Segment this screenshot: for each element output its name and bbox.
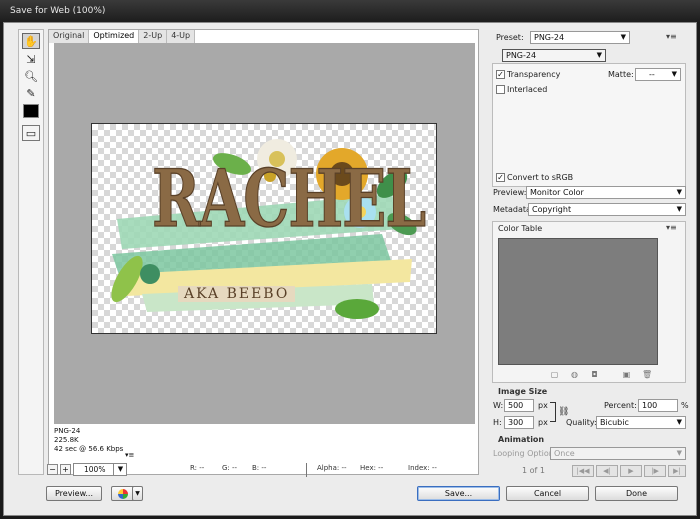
browser-icon <box>118 489 128 499</box>
hex-readout: Hex: -- <box>360 464 384 472</box>
image-main-text: RACHEL <box>151 153 426 246</box>
matte-select[interactable]: -- ▼ <box>635 68 681 81</box>
quality-value: Bicubic <box>600 418 629 427</box>
format-options-group <box>492 63 686 187</box>
optimized-image-preview: RACHEL AKA BEEBO <box>91 123 437 334</box>
new-color-icon[interactable]: ▣ <box>622 370 631 379</box>
eyedropper-color-swatch[interactable] <box>23 104 39 118</box>
quality-select[interactable]: Bicubic ▼ <box>596 416 686 429</box>
red-readout: R: -- <box>190 464 205 472</box>
next-frame-button[interactable]: |▶ <box>644 465 666 477</box>
convert-srgb-checkbox[interactable]: ✓ <box>496 173 505 182</box>
index-readout: Index: -- <box>408 464 437 472</box>
width-label: W: <box>493 401 504 410</box>
first-frame-button[interactable]: |◀◀ <box>572 465 594 477</box>
slice-select-tool-icon[interactable]: ⇲ <box>22 51 40 67</box>
file-size: 225.8K <box>54 436 79 444</box>
link-proportions-icon[interactable]: ⛓ <box>558 407 569 417</box>
height-label: H: <box>493 418 502 427</box>
lock-color-icon[interactable]: ◘ <box>590 370 599 379</box>
color-table[interactable] <box>498 238 658 365</box>
looping-options-value: Once <box>554 449 575 458</box>
download-speed-menu-icon[interactable]: ▾≡ <box>125 451 134 459</box>
metadata-value: Copyright <box>532 205 572 214</box>
file-format-value: PNG-24 <box>506 51 537 60</box>
preset-label: Preset: <box>496 33 524 42</box>
tab-4-up[interactable]: 4-Up <box>167 30 196 43</box>
preview-select[interactable]: Monitor Color ▼ <box>526 186 686 199</box>
view-tabs: Original Optimized 2-Up 4-Up <box>49 30 196 43</box>
browser-menu-arrow-icon[interactable]: ▼ <box>132 486 143 501</box>
optimize-menu-icon[interactable]: ▾≡ <box>666 32 677 41</box>
preset-select[interactable]: PNG-24 ▼ <box>530 31 630 44</box>
frame-counter: 1 of 1 <box>522 466 545 475</box>
tool-column: ✋ ⇲ 🔍︎ ✎ ▭ <box>18 29 44 475</box>
zoom-tool-icon[interactable]: 🔍︎ <box>22 68 40 84</box>
zoom-in-button[interactable]: + <box>60 464 71 475</box>
hand-tool-icon[interactable]: ✋ <box>22 33 40 49</box>
tab-original[interactable]: Original <box>49 30 90 43</box>
preview-label: Preview: <box>493 188 527 197</box>
preset-value: PNG-24 <box>534 33 565 42</box>
matte-value: -- <box>649 70 655 79</box>
web-shift-icon[interactable]: ◍ <box>570 370 579 379</box>
image-subtitle: AKA BEEBO <box>178 286 296 302</box>
delete-color-icon[interactable]: 🗑︎ <box>642 370 652 379</box>
looping-options-select[interactable]: Once ▼ <box>550 447 686 460</box>
convert-srgb-label: Convert to sRGB <box>507 173 574 182</box>
constrain-bracket <box>550 402 556 422</box>
matte-label: Matte: <box>608 70 634 79</box>
file-info: PNG-24 225.8K 42 sec @ 56.6 Kbps <box>54 427 123 454</box>
color-table-menu-icon[interactable]: ▾≡ <box>666 223 677 232</box>
map-color-icon[interactable]: ▢ <box>550 370 559 379</box>
zoom-dropdown-arrow-icon[interactable]: ▼ <box>113 463 127 476</box>
color-table-label: Color Table <box>498 224 543 233</box>
preview-button[interactable]: Preview... <box>46 486 102 501</box>
interlaced-checkbox[interactable] <box>496 85 505 94</box>
alpha-readout: Alpha: -- <box>317 464 347 472</box>
transparency-checkbox[interactable]: ✓ <box>496 70 505 79</box>
save-button[interactable]: Save... <box>417 486 500 501</box>
play-button[interactable]: ▶ <box>620 465 642 477</box>
status-divider <box>306 463 307 477</box>
interlaced-label: Interlaced <box>507 85 548 94</box>
height-field[interactable]: 300 <box>504 416 534 429</box>
previous-frame-button[interactable]: ◀| <box>596 465 618 477</box>
quality-label: Quality: <box>566 418 597 427</box>
save-for-web-dialog: ✋ ⇲ 🔍︎ ✎ ▭ Original Optimized 2-Up 4-Up <box>3 22 697 516</box>
height-unit: px <box>538 418 548 427</box>
file-format: PNG-24 <box>54 427 81 435</box>
preview-canvas[interactable]: RACHEL AKA BEEBO <box>54 43 475 424</box>
eyedropper-tool-icon[interactable]: ✎ <box>22 85 40 101</box>
animation-title: Animation <box>498 435 545 444</box>
file-format-select[interactable]: PNG-24 ▼ <box>502 49 606 62</box>
percent-unit: % <box>681 401 689 410</box>
blue-readout: B: -- <box>252 464 267 472</box>
image-view-panel: Original Optimized 2-Up 4-Up RACHEL AKA … <box>48 29 479 475</box>
green-readout: G: -- <box>222 464 238 472</box>
width-unit: px <box>538 401 548 410</box>
toggle-slices-icon[interactable]: ▭ <box>22 125 40 141</box>
width-field[interactable]: 500 <box>504 399 534 412</box>
percent-label: Percent: <box>604 401 637 410</box>
image-size-title: Image Size <box>498 387 548 396</box>
preview-value: Monitor Color <box>530 188 584 197</box>
download-time: 42 sec @ 56.6 Kbps <box>54 445 124 453</box>
metadata-select[interactable]: Copyright ▼ <box>528 203 686 216</box>
tab-2-up[interactable]: 2-Up <box>139 30 168 43</box>
window-title: Save for Web (100%) <box>0 0 700 22</box>
percent-field[interactable]: 100 <box>638 399 678 412</box>
transparency-label: Transparency <box>507 70 561 79</box>
tab-optimized[interactable]: Optimized <box>89 30 140 43</box>
zoom-out-button[interactable]: − <box>47 464 58 475</box>
optimize-settings-panel: Preset: PNG-24 ▼ ▾≡ PNG-24 ▼ ✓ Transparenc… <box>490 25 695 493</box>
last-frame-button[interactable]: ▶| <box>668 465 686 477</box>
